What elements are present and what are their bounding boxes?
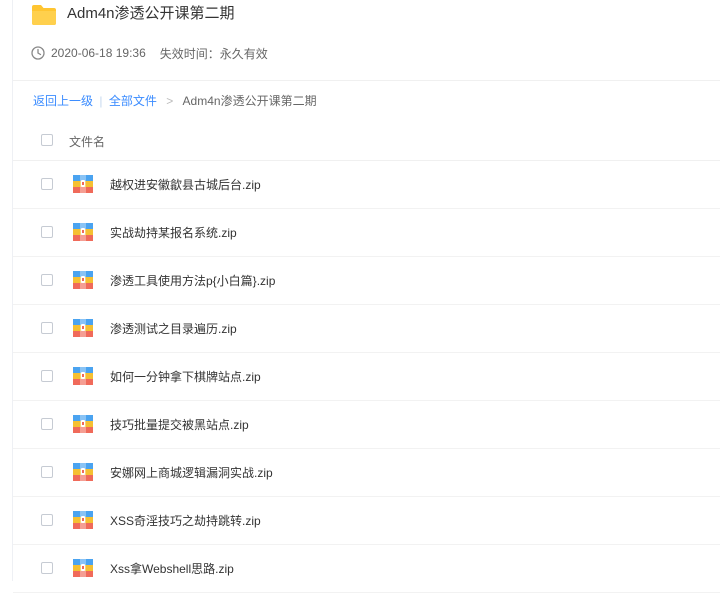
file-list: 越权进安徽歙县古城后台.zip 实战劫持某报名系统.zip 渗透工具使用方法p{小白… [13, 161, 720, 593]
table-row[interactable]: 渗透测试之目录遍历.zip [13, 305, 720, 353]
breadcrumb-arrow: > [166, 94, 174, 108]
zip-archive-icon [73, 175, 93, 193]
zip-archive-icon [73, 463, 93, 481]
back-link[interactable]: 返回上一级 [33, 94, 93, 108]
file-name[interactable]: 技巧批量提交被黑站点.zip [110, 416, 249, 433]
row-checkbox[interactable] [41, 418, 53, 430]
table-row[interactable]: 安娜网上商城逻辑漏洞实战.zip [13, 449, 720, 497]
row-checkbox[interactable] [41, 514, 53, 526]
share-header: Adm4n渗透公开课第二期 2020-06-18 19:36 失效时间：永久有效 [13, 0, 720, 81]
file-name[interactable]: 渗透测试之目录遍历.zip [110, 320, 237, 337]
expire-time: 失效时间：永久有效 [159, 46, 268, 61]
file-name[interactable]: 实战劫持某报名系统.zip [110, 224, 237, 241]
zip-archive-icon [73, 367, 93, 385]
table-row[interactable]: 实战劫持某报名系统.zip [13, 209, 720, 257]
clock-icon [31, 46, 45, 60]
file-name[interactable]: 如何一分钟拿下棋牌站点.zip [110, 368, 261, 385]
all-files-link[interactable]: 全部文件 [109, 94, 157, 108]
file-name[interactable]: 越权进安徽歙县古城后台.zip [110, 176, 261, 193]
breadcrumb-separator: | [99, 94, 103, 108]
zip-archive-icon [73, 511, 93, 529]
table-row[interactable]: 越权进安徽歙县古城后台.zip [13, 161, 720, 209]
file-name[interactable]: Xss拿Webshell思路.zip [110, 560, 234, 577]
share-page: Adm4n渗透公开课第二期 2020-06-18 19:36 失效时间：永久有效… [12, 0, 720, 593]
zip-archive-icon [73, 319, 93, 337]
share-meta: 2020-06-18 19:36 失效时间：永久有效 [31, 44, 268, 62]
row-checkbox[interactable] [41, 370, 53, 382]
zip-archive-icon [73, 415, 93, 433]
select-all-checkbox[interactable] [41, 134, 53, 146]
table-header: 文件名 [13, 120, 720, 161]
breadcrumb-current: Adm4n渗透公开课第二期 [182, 94, 317, 108]
table-row[interactable]: Xss拿Webshell思路.zip [13, 545, 720, 593]
folder-icon [32, 5, 56, 25]
zip-archive-icon [73, 559, 93, 577]
row-checkbox[interactable] [41, 562, 53, 574]
row-checkbox[interactable] [41, 322, 53, 334]
table-row[interactable]: 技巧批量提交被黑站点.zip [13, 401, 720, 449]
row-checkbox[interactable] [41, 466, 53, 478]
file-name[interactable]: 安娜网上商城逻辑漏洞实战.zip [110, 464, 273, 481]
file-name[interactable]: 渗透工具使用方法p{小白篇}.zip [110, 272, 275, 289]
zip-archive-icon [73, 271, 93, 289]
row-checkbox[interactable] [41, 274, 53, 286]
table-row[interactable]: 渗透工具使用方法p{小白篇}.zip [13, 257, 720, 305]
zip-archive-icon [73, 223, 93, 241]
breadcrumb: 返回上一级 | 全部文件 > Adm4n渗透公开课第二期 [33, 92, 317, 110]
table-row[interactable]: 如何一分钟拿下棋牌站点.zip [13, 353, 720, 401]
row-checkbox[interactable] [41, 226, 53, 238]
row-checkbox[interactable] [41, 178, 53, 190]
share-title: Adm4n渗透公开课第二期 [67, 5, 235, 22]
column-filename: 文件名 [69, 135, 106, 149]
file-name[interactable]: XSS奇淫技巧之劫持跳转.zip [110, 512, 261, 529]
table-row[interactable]: XSS奇淫技巧之劫持跳转.zip [13, 497, 720, 545]
share-date: 2020-06-18 19:36 [51, 46, 146, 60]
file-table: 文件名 越权进安徽歙县古城后台.zip 实战劫持某报名系统.zip 渗透工具使用方法… [13, 120, 720, 593]
